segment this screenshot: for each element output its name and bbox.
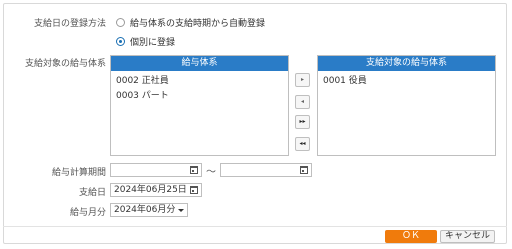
selected-salary-systems-list[interactable]: 支給対象の給与体系 0001 役員: [317, 55, 496, 156]
list-item[interactable]: 0003 パート: [111, 89, 288, 104]
move-right-button[interactable]: ▸: [295, 73, 310, 87]
registration-method-label: 支給日の登録方法: [33, 19, 106, 29]
payment-date-value: 2024年06月25日: [114, 185, 187, 195]
move-left-button[interactable]: ◂: [295, 95, 310, 109]
salary-month-value: 2024年06月分: [114, 205, 176, 215]
radio-individual-register-indicator[interactable]: [116, 37, 125, 46]
list-item[interactable]: 0002 正社員: [111, 74, 288, 89]
available-list-header: 給与体系: [111, 56, 288, 71]
radio-auto-register-label: 給与体系の支給時期から自動登録: [130, 19, 266, 29]
payment-date-input[interactable]: 2024年06月25日: [110, 183, 202, 197]
ok-button[interactable]: ＯＫ: [385, 230, 437, 243]
list-item[interactable]: 0001 役員: [318, 74, 495, 89]
calendar-icon[interactable]: [190, 186, 198, 194]
calendar-icon[interactable]: [300, 166, 308, 174]
selected-list-header: 支給対象の給与体系: [318, 56, 495, 71]
payment-date-label: 支給日: [78, 188, 106, 198]
available-salary-systems-list[interactable]: 給与体系 0002 正社員 0003 パート: [110, 55, 289, 156]
move-all-right-button[interactable]: ▸▸: [295, 115, 310, 129]
cancel-button[interactable]: キャンセル: [440, 230, 495, 243]
target-salary-system-label: 支給対象の給与体系: [24, 59, 106, 69]
radio-auto-register[interactable]: 給与体系の支給時期から自動登録: [116, 16, 265, 29]
radio-individual-register[interactable]: 個別に登録: [116, 35, 175, 48]
calc-period-to-input[interactable]: [220, 163, 312, 177]
calc-period-from-input[interactable]: [110, 163, 202, 177]
calc-period-label: 給与計算期間: [51, 168, 106, 178]
radio-auto-register-indicator[interactable]: [116, 18, 125, 27]
salary-month-select[interactable]: 2024年06月分: [110, 203, 188, 217]
salary-month-label: 給与月分: [69, 208, 106, 218]
radio-individual-register-label: 個別に登録: [130, 38, 176, 48]
chevron-down-icon[interactable]: [178, 209, 184, 212]
move-all-left-button[interactable]: ◂◂: [295, 137, 310, 151]
calendar-icon[interactable]: [190, 166, 198, 174]
period-separator: 〜: [206, 167, 216, 178]
